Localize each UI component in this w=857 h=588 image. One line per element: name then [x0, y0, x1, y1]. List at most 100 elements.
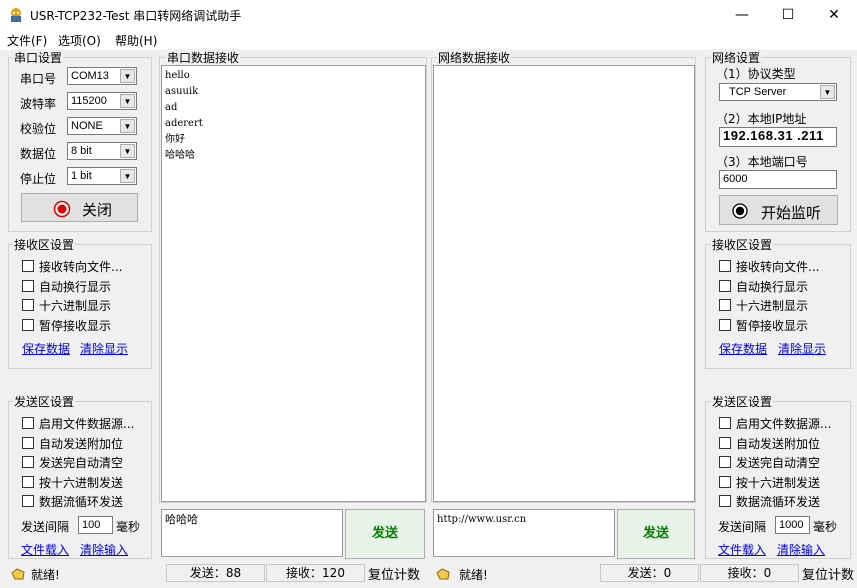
app-icon: [11, 8, 21, 22]
interval-input[interactable]: 1000: [775, 516, 810, 534]
receive-to-file-label: 接收转向文件...: [39, 260, 123, 274]
pause-display-checkbox[interactable]: [719, 318, 731, 331]
stopbits-value: 1 bit: [71, 170, 92, 182]
status-sent-right: 发送：0: [600, 564, 699, 582]
clear-input-link[interactable]: 清除输入: [777, 541, 825, 558]
save-data-link[interactable]: 保存数据: [719, 340, 767, 357]
serial-send-input[interactable]: 哈哈哈: [161, 509, 343, 557]
reset-count-right[interactable]: 复位计数: [802, 564, 854, 583]
hex-display-label: 十六进制显示: [736, 299, 809, 313]
left-receive-settings-title: 接收区设置: [13, 236, 76, 253]
local-port-label: （3）本地端口号: [716, 155, 808, 169]
receive-to-file-checkbox[interactable]: [719, 260, 731, 272]
file-source-label: 启用文件数据源...: [736, 417, 832, 431]
record-icon: [53, 200, 71, 218]
databits-select[interactable]: 8 bit ▼: [67, 142, 137, 160]
file-load-link[interactable]: 文件载入: [21, 541, 69, 558]
receive-to-file-label: 接收转向文件...: [736, 260, 820, 274]
serial-line: 你好: [165, 134, 185, 145]
stopbits-label: 停止位: [20, 172, 57, 186]
status-ready-left: 就绪!: [31, 568, 60, 582]
hex-send-checkbox[interactable]: [719, 475, 731, 488]
close-window-button[interactable]: ✕: [811, 0, 857, 30]
serial-line: ad: [165, 102, 178, 113]
chevron-down-icon: ▼: [120, 169, 135, 183]
interval-label: 发送间隔: [718, 520, 767, 534]
auto-append-checkbox[interactable]: [22, 436, 34, 449]
right-send-settings-title: 发送区设置: [711, 393, 774, 410]
loop-send-checkbox[interactable]: [719, 495, 731, 507]
maximize-button[interactable]: ☐: [765, 0, 811, 30]
auto-clear-label: 发送完自动清空: [39, 456, 124, 470]
serial-receive-title: 串口数据接收: [166, 49, 241, 66]
pause-display-label: 暂停接收显示: [39, 318, 112, 333]
baud-select[interactable]: 115200 ▼: [67, 92, 137, 110]
minimize-button[interactable]: —: [719, 0, 765, 30]
auto-clear-checkbox[interactable]: [719, 456, 731, 468]
loop-send-label: 数据流循环发送: [39, 495, 124, 509]
status-ready-right: 就绪!: [459, 568, 488, 582]
chevron-down-icon: ▼: [120, 94, 135, 108]
save-data-link[interactable]: 保存数据: [22, 340, 70, 357]
hand-icon: [11, 568, 25, 580]
file-source-label: 启用文件数据源...: [39, 417, 135, 431]
hex-send-checkbox[interactable]: [22, 475, 34, 488]
network-settings-title: 网络设置: [711, 49, 762, 66]
loop-send-checkbox[interactable]: [22, 495, 34, 507]
pause-display-label: 暂停接收显示: [736, 318, 809, 333]
port-select[interactable]: COM13 ▼: [67, 67, 137, 85]
auto-clear-checkbox[interactable]: [22, 456, 34, 468]
chevron-down-icon: ▼: [820, 85, 835, 99]
file-source-checkbox[interactable]: [22, 417, 34, 429]
reset-count-left[interactable]: 复位计数: [368, 564, 420, 583]
network-send-text: http://www.usr.cn: [437, 514, 527, 525]
ip-input[interactable]: 192.168.31 .211: [719, 127, 837, 147]
clear-input-link[interactable]: 清除输入: [80, 541, 128, 558]
local-port-input[interactable]: 6000: [719, 170, 837, 189]
network-receive-area[interactable]: [433, 65, 695, 502]
clear-display-link[interactable]: 清除显示: [80, 340, 128, 357]
pause-display-checkbox[interactable]: [22, 318, 34, 331]
protocol-select[interactable]: TCP Server ▼: [719, 83, 837, 101]
auto-wrap-label: 自动换行显示: [736, 279, 809, 294]
serial-line: asuuik: [165, 86, 199, 97]
serial-line: aderert: [165, 118, 203, 129]
auto-wrap-checkbox[interactable]: [22, 279, 34, 292]
stopbits-select[interactable]: 1 bit ▼: [67, 167, 137, 185]
network-send-input[interactable]: http://www.usr.cn: [433, 509, 615, 557]
hex-display-checkbox[interactable]: [22, 299, 34, 311]
serial-send-button[interactable]: 发送: [345, 509, 425, 559]
menu-file[interactable]: 文件(F): [7, 32, 47, 49]
port-value: COM13: [71, 70, 109, 82]
databits-value: 8 bit: [71, 145, 92, 157]
start-listen-button[interactable]: 开始监听: [719, 195, 838, 225]
serial-line: 哈哈哈: [165, 150, 195, 161]
databits-label: 数据位: [20, 147, 57, 161]
auto-append-checkbox[interactable]: [719, 436, 731, 449]
auto-clear-label: 发送完自动清空: [736, 456, 821, 470]
interval-unit: 毫秒: [813, 520, 838, 534]
parity-select[interactable]: NONE ▼: [67, 117, 137, 135]
chevron-down-icon: ▼: [120, 69, 135, 83]
menu-options[interactable]: 选项(O): [58, 32, 101, 49]
network-send-button[interactable]: 发送: [617, 509, 695, 559]
menu-help[interactable]: 帮助(H): [115, 32, 157, 49]
parity-label: 校验位: [20, 122, 57, 136]
interval-input[interactable]: 100: [78, 516, 113, 534]
status-received-right: 接收：0: [700, 564, 799, 582]
port-label: 串口号: [20, 72, 57, 86]
interval-label: 发送间隔: [21, 520, 70, 534]
clear-display-link[interactable]: 清除显示: [778, 340, 826, 357]
file-load-link[interactable]: 文件载入: [718, 541, 766, 558]
file-source-checkbox[interactable]: [719, 417, 731, 429]
serial-settings-title: 串口设置: [13, 49, 64, 66]
record-icon: [732, 203, 748, 219]
auto-wrap-checkbox[interactable]: [719, 279, 731, 292]
chevron-down-icon: ▼: [120, 144, 135, 158]
network-receive-title: 网络数据接收: [437, 49, 512, 66]
close-port-button[interactable]: 关闭: [21, 193, 138, 222]
serial-receive-area[interactable]: hello asuuik ad aderert 你好 哈哈哈: [161, 65, 426, 502]
menu-bar: 文件(F) 选项(O) 帮助(H): [0, 30, 857, 50]
hex-display-checkbox[interactable]: [719, 299, 731, 311]
receive-to-file-checkbox[interactable]: [22, 260, 34, 272]
